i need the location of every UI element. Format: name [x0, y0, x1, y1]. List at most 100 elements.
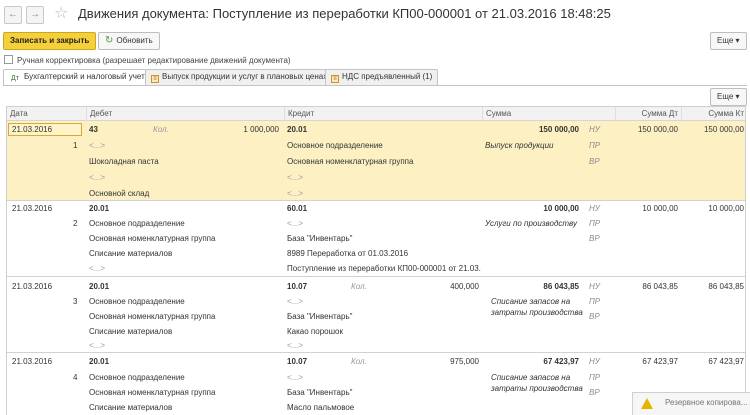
notification-text: Резервное копирова... [665, 398, 748, 407]
credit-qty[interactable]: 400,000 [407, 281, 479, 293]
entry-sum-kt[interactable]: 150 000,00 [682, 124, 744, 136]
credit-subconto-3[interactable]: Масло пальмовое [287, 402, 354, 414]
credit-subconto-4[interactable]: <...> [287, 188, 303, 200]
main-toolbar: Записать и закрыть ↻ Обновить Еще ▾ [0, 32, 750, 52]
entries-grid: Дата Дебет Кредит Сумма Сумма Дт Сумма К… [6, 106, 746, 415]
entry-date[interactable]: 21.03.2016 [12, 281, 52, 293]
tab-production-output[interactable]: ≡ Выпуск продукции и услуг в плановых цен… [145, 69, 346, 85]
entry-date[interactable]: 21.03.2016 [12, 203, 52, 215]
entry-sum[interactable]: 86 043,85 [485, 281, 579, 293]
credit-subconto-4[interactable]: Поступление из переработки КП00-000001 о… [287, 263, 481, 275]
save-and-close-button[interactable]: Записать и закрыть [3, 32, 97, 50]
credit-account[interactable]: 60.01 [287, 203, 307, 215]
grid-more-button[interactable]: Еще ▾ [710, 88, 747, 106]
credit-subconto-2[interactable]: База "Инвентарь" [287, 387, 352, 399]
column-debit[interactable]: Дебет [87, 107, 285, 121]
debit-subconto-3[interactable]: <...> [89, 172, 105, 184]
column-date[interactable]: Дата [7, 107, 87, 121]
credit-account[interactable]: 10.07 [287, 281, 307, 293]
entry-sum[interactable]: 67 423,97 [485, 356, 579, 368]
debit-subconto-2[interactable]: Основная номенклатурная группа [89, 387, 215, 399]
debit-subconto-1[interactable]: Основное подразделение [89, 372, 185, 384]
entry-content[interactable]: Списание запасов на затраты производства [491, 372, 583, 394]
credit-subconto-1[interactable]: Основное подразделение [287, 140, 383, 152]
entry-sum-dt[interactable]: 86 043,85 [616, 281, 678, 293]
debit-account[interactable]: 20.01 [89, 281, 109, 293]
label-nu: НУ [589, 204, 600, 213]
debit-account[interactable]: 20.01 [89, 356, 109, 368]
credit-account[interactable]: 10.07 [287, 356, 307, 368]
register-tabs: Дт Бухгалтерский и налоговый учет (6) ≡ Вы… [3, 69, 747, 86]
label-vr: ВР [589, 234, 600, 243]
debit-subconto-4[interactable]: <...> [89, 340, 105, 352]
refresh-icon: ↻ [105, 35, 114, 46]
entry-date[interactable]: 21.03.2016 [12, 356, 52, 368]
entry-content[interactable]: Услуги по производству [485, 218, 585, 230]
more-button[interactable]: Еще ▾ [710, 32, 747, 50]
debit-subconto-2[interactable]: Основная номенклатурная группа [89, 233, 215, 245]
credit-subconto-3[interactable]: Какао порошок [287, 326, 343, 338]
entry-sum-dt[interactable]: 67 423,97 [616, 356, 678, 368]
entry-content[interactable]: Списание запасов на затраты производства [491, 296, 583, 318]
forward-button[interactable]: → [26, 6, 44, 24]
credit-subconto-1[interactable]: <...> [287, 296, 303, 308]
debit-account[interactable]: 20.01 [89, 203, 109, 215]
tab-vat[interactable]: ≡ НДС предъявленный (1) [325, 69, 439, 85]
arrow-left-icon: ← [8, 9, 18, 20]
entry-sum-dt[interactable]: 10 000,00 [616, 203, 678, 215]
entry-sum-dt[interactable]: 150 000,00 [616, 124, 678, 136]
back-button[interactable]: ← [4, 6, 22, 24]
tab-accounting[interactable]: Дт Бухгалтерский и налоговый учет (6) [3, 69, 163, 86]
credit-account[interactable]: 20.01 [287, 124, 307, 136]
table-row[interactable]: 21.03.2016 1 43 Кол. 1 000,000 <...> Шок… [7, 121, 745, 201]
chevron-down-icon: ▾ [735, 92, 740, 101]
credit-subconto-3[interactable]: 8989 Переработка от 01.03.2016 [287, 248, 408, 260]
debit-subconto-2[interactable]: Шоколадная паста [89, 156, 159, 168]
debit-subconto-1[interactable]: Основное подразделение [89, 218, 185, 230]
tab-divider [3, 85, 747, 86]
debit-subconto-4[interactable]: <...> [89, 263, 105, 275]
entry-sum[interactable]: 150 000,00 [485, 124, 579, 136]
favorite-star-icon[interactable]: ☆ [54, 4, 68, 24]
entry-date[interactable]: 21.03.2016 [12, 124, 52, 136]
entry-sum-kt[interactable]: 67 423,97 [682, 356, 744, 368]
register-icon: ≡ [151, 75, 159, 83]
entry-content[interactable]: Выпуск продукции [485, 140, 585, 152]
column-sum[interactable]: Сумма [483, 107, 616, 121]
debit-subconto-1[interactable]: <...> [89, 140, 105, 152]
debit-subconto-2[interactable]: Основная номенклатурная группа [89, 311, 215, 323]
table-row[interactable]: 21.03.2016 3 20.01 Основное подразделени… [7, 277, 745, 353]
credit-subconto-2[interactable]: База "Инвентарь" [287, 311, 352, 323]
entry-sum-kt[interactable]: 10 000,00 [682, 203, 744, 215]
credit-subconto-1[interactable]: <...> [287, 218, 303, 230]
label-nu: НУ [589, 282, 600, 291]
credit-subconto-4[interactable]: <...> [287, 340, 303, 352]
entry-sum-kt[interactable]: 86 043,85 [682, 281, 744, 293]
column-sum-dt[interactable]: Сумма Дт [616, 107, 682, 121]
more-label: Еще [717, 36, 734, 45]
credit-subconto-3[interactable]: <...> [287, 172, 303, 184]
column-sum-kt[interactable]: Сумма Кт [682, 107, 745, 121]
refresh-button[interactable]: ↻ Обновить [98, 32, 160, 50]
credit-subconto-2[interactable]: Основная номенклатурная группа [287, 156, 413, 168]
debit-qty[interactable]: 1 000,000 [207, 124, 279, 136]
debit-subconto-1[interactable]: Основное подразделение [89, 296, 185, 308]
debit-subconto-4[interactable]: Основной склад [89, 188, 149, 200]
label-vr: ВР [589, 312, 600, 321]
debit-account[interactable]: 43 [89, 124, 98, 136]
entry-sum[interactable]: 10 000,00 [485, 203, 579, 215]
credit-subconto-1[interactable]: <...> [287, 372, 303, 384]
column-credit[interactable]: Кредит [285, 107, 483, 121]
refresh-label: Обновить [116, 36, 153, 45]
debit-subconto-3[interactable]: Списание материалов [89, 402, 172, 414]
credit-subconto-2[interactable]: База "Инвентарь" [287, 233, 352, 245]
credit-qty-label: Кол. [351, 357, 367, 366]
debit-subconto-3[interactable]: Списание материалов [89, 248, 172, 260]
credit-qty[interactable]: 975,000 [407, 356, 479, 368]
warning-icon [641, 398, 653, 409]
manual-correction-checkbox[interactable] [4, 55, 13, 64]
backup-notification[interactable]: Резервное копирова... [632, 392, 750, 415]
table-row[interactable]: 21.03.2016 2 20.01 Основное подразделени… [7, 201, 745, 277]
debit-subconto-3[interactable]: Списание материалов [89, 326, 172, 338]
manual-correction-row: Ручная корректировка (разрешает редактир… [4, 55, 291, 67]
